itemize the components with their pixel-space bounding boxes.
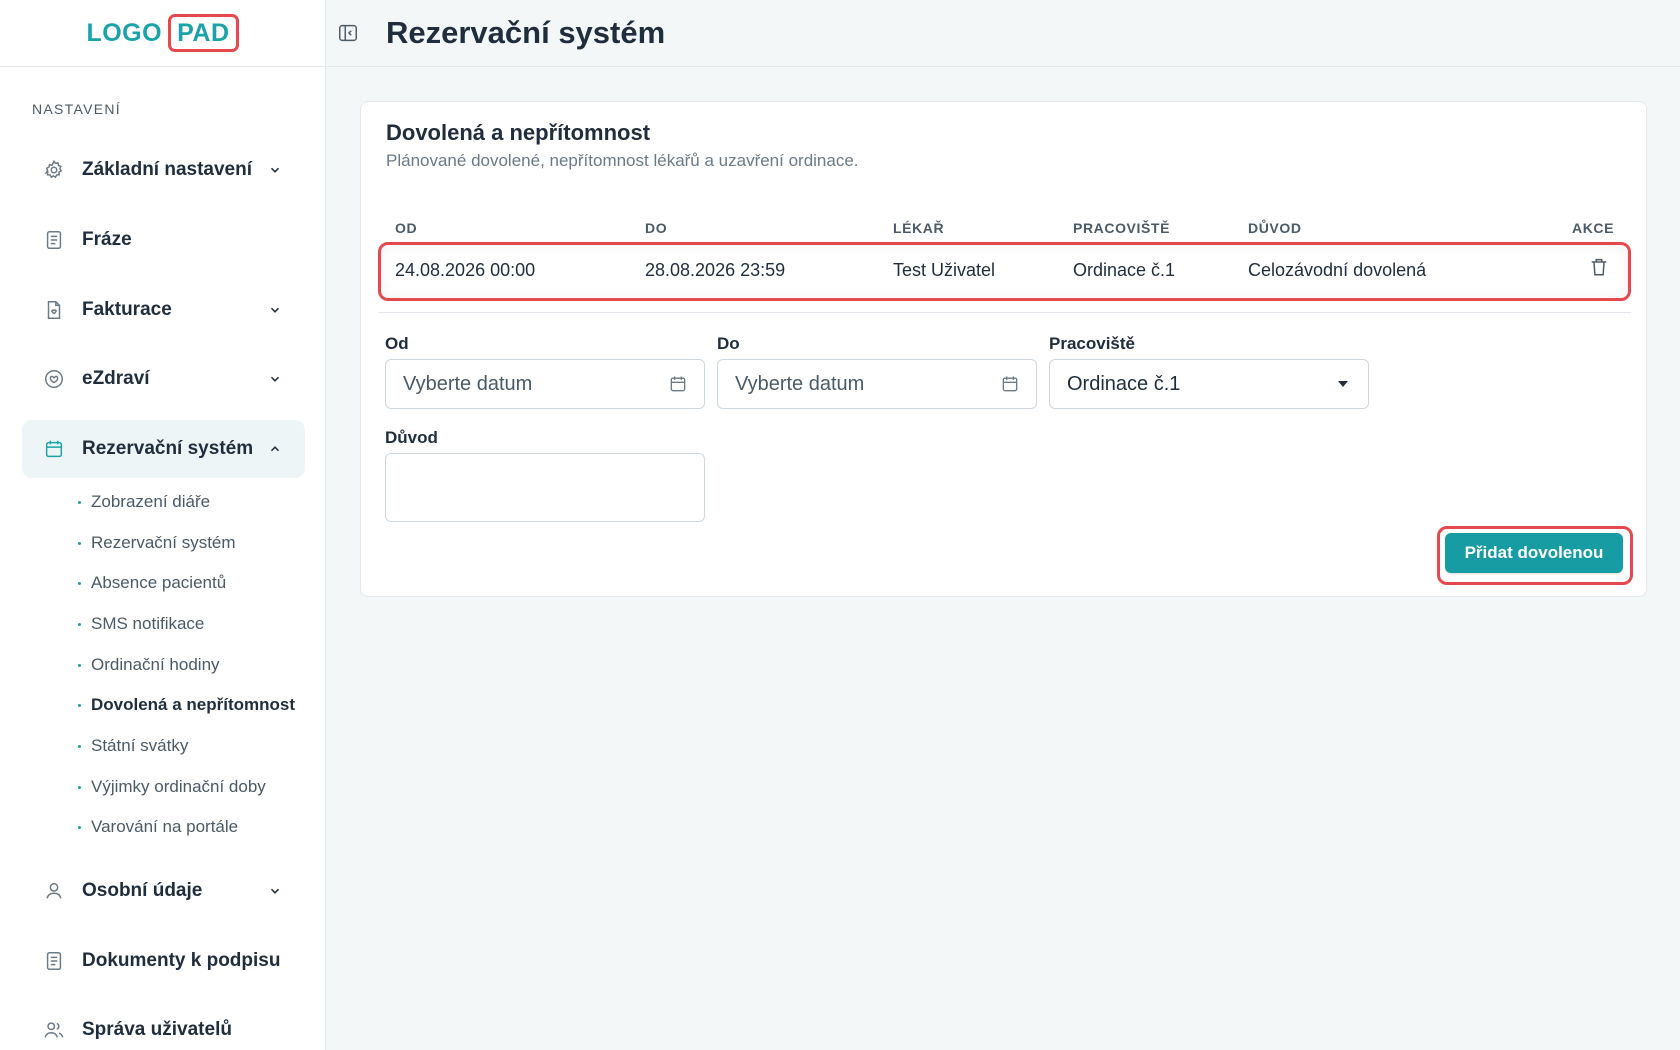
sidebar-item-label: Správa uživatelů <box>82 1019 232 1040</box>
bullet-dot <box>78 744 81 748</box>
row-divider <box>378 312 1631 313</box>
subnav-item[interactable]: Státní svátky <box>78 736 188 756</box>
caret-down-icon <box>1338 381 1348 387</box>
do-label: Do <box>717 334 740 353</box>
sidebar-item-label: eZdraví <box>82 368 150 389</box>
logo[interactable]: LOGO PAD <box>86 14 239 52</box>
trash-icon[interactable] <box>1588 256 1612 280</box>
bullet-dot <box>78 663 81 667</box>
gear-icon <box>42 158 66 182</box>
sidebar-item-osobni-udaje[interactable]: Osobní údaje <box>22 862 305 920</box>
sidebar-item-label: Fráze <box>82 229 132 250</box>
cell-od: 24.08.2026 00:00 <box>395 260 536 280</box>
bullet-dot <box>78 703 81 707</box>
logo-pad-text: PAD <box>168 14 239 52</box>
od-date-field[interactable] <box>385 359 705 409</box>
sidebar-item-label: Dokumenty k podpisu <box>82 950 281 971</box>
bullet-dot <box>78 541 81 545</box>
page-header: Rezervační systém <box>326 0 1680 67</box>
bullet-dot <box>78 622 81 626</box>
do-date-input[interactable] <box>718 360 1000 408</box>
sidebar-item-dokumenty-k-podpisu[interactable]: Dokumenty k podpisu <box>22 932 305 990</box>
sidebar-item-label: Fakturace <box>82 299 172 320</box>
column-header-duvod: DŮVOD <box>1248 220 1302 236</box>
subnav-item[interactable]: Výjimky ordinační doby <box>78 777 266 797</box>
sidebar-item-label: Rezervační systém <box>82 438 254 459</box>
subnav-label: Rezervační systém <box>91 533 236 552</box>
subnav-label: Dovolená a nepřítomnost <box>91 695 296 714</box>
sidebar-item-rezervacni-system[interactable]: Rezervační systém <box>22 420 305 478</box>
sidebar-item-fakturace[interactable]: Fakturace <box>22 281 305 339</box>
subnav-label: Zobrazení diáře <box>91 492 211 511</box>
vacation-card: Dovolená a nepřítomnost Plánované dovole… <box>360 101 1647 597</box>
cell-lekar: Test Uživatel <box>893 260 996 280</box>
column-header-lekar: LÉKAŘ <box>893 220 945 236</box>
column-header-do: DO <box>645 220 668 236</box>
cell-do: 28.08.2026 23:59 <box>645 260 786 280</box>
page-title: Rezervační systém <box>386 15 666 50</box>
calendar-icon[interactable] <box>668 373 688 395</box>
chevron-down-icon <box>267 371 283 387</box>
user-icon <box>42 879 66 903</box>
subnav-label: Státní svátky <box>91 736 189 755</box>
subnav-label: Absence pacientů <box>91 573 227 592</box>
subnav-label: SMS notifikace <box>91 614 205 633</box>
cell-duvod: Celozávodní dovolená <box>1248 260 1427 280</box>
bullet-dot <box>78 500 81 504</box>
users-icon <box>42 1018 66 1042</box>
duvod-textarea[interactable] <box>385 453 705 522</box>
bullet-dot <box>78 581 81 585</box>
bullet-dot <box>78 785 81 789</box>
sidebar-item-zakladni-nastaveni[interactable]: Základní nastavení <box>22 141 305 199</box>
od-date-input[interactable] <box>386 360 668 408</box>
logo-bar: LOGO PAD <box>0 0 325 67</box>
app: LOGO PAD NASTAVENÍ Základní nastavení Fr… <box>0 0 1680 1050</box>
chevron-down-icon <box>267 883 283 899</box>
do-date-field[interactable] <box>717 359 1037 409</box>
document-icon <box>42 228 66 252</box>
sidebar-collapse-icon[interactable] <box>336 21 360 45</box>
subnav-item[interactable]: Rezervační systém <box>78 533 236 553</box>
subnav-item[interactable]: Ordinační hodiny <box>78 655 220 675</box>
subnav-item[interactable]: Absence pacientů <box>78 573 226 593</box>
subnav-label: Varování na portále <box>91 817 239 836</box>
section-label: NASTAVENÍ <box>32 101 121 117</box>
column-header-akce: AKCE <box>1572 220 1615 236</box>
bullet-dot <box>78 825 81 829</box>
sidebar-item-sprava-uzivatelu[interactable]: Správa uživatelů <box>22 1001 305 1050</box>
subnav-item[interactable]: SMS notifikace <box>78 614 204 634</box>
calendar-icon <box>42 437 66 461</box>
card-title: Dovolená a nepřítomnost <box>386 120 651 145</box>
sidebar-item-label: Osobní údaje <box>82 880 203 901</box>
calendar-icon[interactable] <box>1000 373 1020 395</box>
sidebar-item-label: Základní nastavení <box>82 159 253 180</box>
heart-icon <box>42 367 66 391</box>
column-header-pracoviste: PRACOVIŠTĚ <box>1073 220 1171 236</box>
pracoviste-select[interactable]: Ordinace č.1 <box>1049 359 1369 409</box>
invoice-icon <box>42 298 66 322</box>
duvod-label: Důvod <box>385 428 438 447</box>
logo-text: LOGO <box>86 18 163 47</box>
subnav-label: Výjimky ordinační doby <box>91 777 266 796</box>
table-row <box>378 242 1631 301</box>
pracoviste-selected-value: Ordinace č.1 <box>1067 372 1181 395</box>
chevron-down-icon <box>267 302 283 318</box>
chevron-up-icon <box>267 441 283 457</box>
pracoviste-label: Pracoviště <box>1049 334 1135 353</box>
card-subtitle: Plánované dovolené, nepřítomnost lékařů … <box>386 151 859 170</box>
sidebar-item-ezdravi[interactable]: eZdraví <box>22 350 305 408</box>
subnav-item[interactable]: Varování na portále <box>78 817 238 837</box>
subnav-item-current[interactable]: Dovolená a nepřítomnost <box>78 695 295 715</box>
cell-pracoviste: Ordinace č.1 <box>1073 260 1176 280</box>
chevron-down-icon <box>267 162 283 178</box>
document-icon <box>42 949 66 973</box>
add-vacation-button[interactable]: Přidat dovolenou <box>1445 533 1623 573</box>
column-header-od: OD <box>395 220 418 236</box>
sidebar: LOGO PAD NASTAVENÍ Základní nastavení Fr… <box>0 0 326 1050</box>
od-label: Od <box>385 334 409 353</box>
subnav-label: Ordinační hodiny <box>91 655 220 674</box>
sidebar-item-fraze[interactable]: Fráze <box>22 211 305 269</box>
subnav-item[interactable]: Zobrazení diáře <box>78 492 210 512</box>
